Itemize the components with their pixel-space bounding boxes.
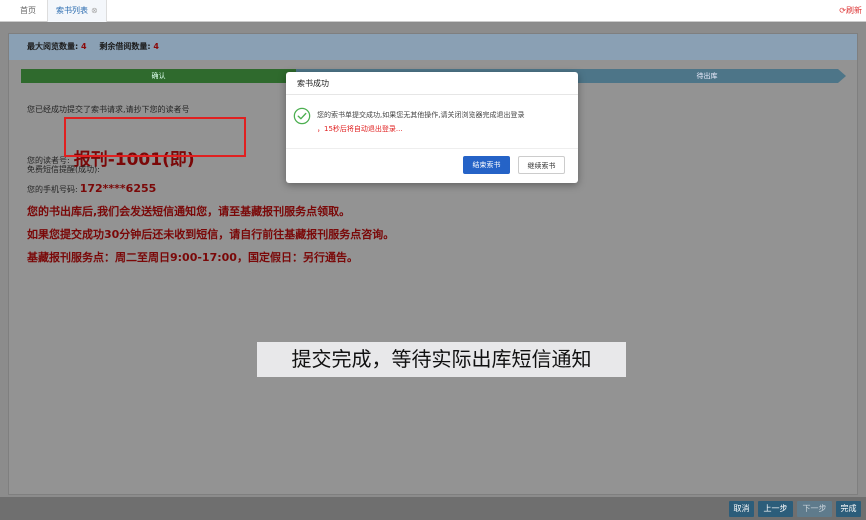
next-step-button[interactable]: 下一步: [797, 501, 832, 517]
reader-number-highlight: [64, 117, 246, 157]
remaining-value: 4: [153, 42, 159, 51]
continue-request-button[interactable]: 继续索书: [518, 156, 565, 174]
done-button[interactable]: 完成: [836, 501, 861, 517]
tab-book-request-list[interactable]: 索书列表 ⊗: [47, 0, 107, 22]
step-confirm: 确认: [21, 69, 296, 83]
remaining-label: 剩余借阅数量:: [99, 42, 151, 51]
refresh-icon: ⟳: [839, 6, 846, 15]
dialog-title: 索书成功: [286, 72, 578, 95]
refresh-label: 刷新: [846, 6, 862, 15]
step-pending-outbound: 待出库: [576, 69, 846, 83]
phone-number: 172****6255: [79, 182, 157, 195]
max-reading-label: 最大阅览数量:: [27, 42, 79, 51]
notice-pickup: 您的书出库后,我们会发送短信通知您，请至基藏报刊服务点领取。: [27, 205, 351, 218]
bottom-action-bar: 取消 上一步 下一步 完成: [0, 497, 866, 520]
end-request-button[interactable]: 结束索书: [463, 156, 510, 174]
dialog-countdown: ，15秒后将自动退出登录...: [317, 125, 403, 133]
cancel-button[interactable]: 取消: [729, 501, 754, 517]
quota-bar: 最大阅览数量: 4 剩余借阅数量: 4: [9, 34, 857, 60]
refresh-button[interactable]: ⟳刷新: [839, 0, 862, 22]
notice-no-sms: 如果您提交成功30分钟后还未收到短信，请自行前往基藏报刊服务点咨询。: [27, 228, 395, 241]
tab-home[interactable]: 首页: [12, 0, 44, 22]
success-dialog: 索书成功 您的索书单提交成功,如果您无其他操作,请关闭浏览器完成退出登录 ，15…: [286, 72, 578, 183]
caption-overlay: 提交完成，等待实际出库短信通知: [257, 342, 626, 377]
sms-reminder-label: 免费短信提醒(成功):: [27, 165, 100, 174]
dialog-footer: 结束索书 继续索书: [286, 148, 578, 183]
submitted-text: 您已经成功提交了索书请求,请抄下您的读者号: [27, 105, 190, 114]
previous-step-button[interactable]: 上一步: [758, 501, 793, 517]
close-icon[interactable]: ⊗: [91, 6, 98, 15]
success-check-icon: [293, 107, 311, 125]
phone-row: 您的手机号码: 172****6255: [27, 182, 156, 195]
dialog-body: 您的索书单提交成功,如果您无其他操作,请关闭浏览器完成退出登录 ，15秒后将自动…: [286, 95, 578, 147]
phone-label: 您的手机号码:: [27, 185, 78, 194]
tab-bar: 首页 索书列表 ⊗ ⟳刷新: [0, 0, 866, 22]
tab-label: 索书列表: [56, 6, 88, 15]
notice-hours: 基藏报刊服务点：周二至周日9:00-17:00，国定假日：另行通告。: [27, 251, 358, 264]
max-reading-value: 4: [81, 42, 87, 51]
dialog-message: 您的索书单提交成功,如果您无其他操作,请关闭浏览器完成退出登录: [317, 111, 525, 119]
